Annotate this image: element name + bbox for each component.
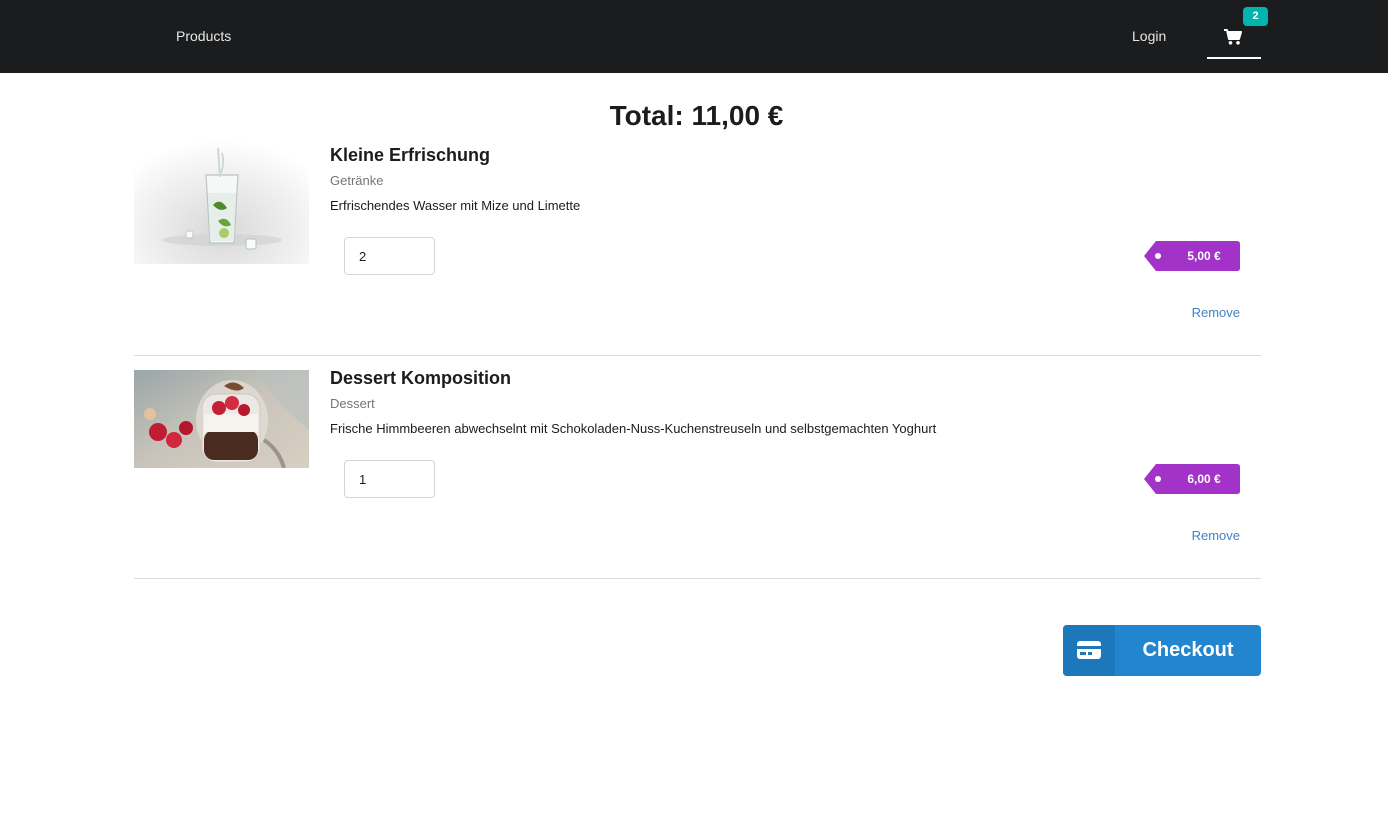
item-description: Erfrischendes Wasser mit Mize und Limett… xyxy=(330,198,581,213)
item-name: Dessert Komposition xyxy=(330,368,512,388)
cart-total: Total: 11,00 € xyxy=(609,100,784,131)
remove-item-link[interactable]: Remove xyxy=(1192,528,1240,544)
water-glass-image xyxy=(134,133,309,264)
item-price: 5,00 € xyxy=(1187,249,1221,263)
item-price: 6,00 € xyxy=(1187,472,1221,486)
dessert-jar-image xyxy=(134,370,309,468)
cart-item: Kleine Erfrischung Getränke Erfrischende… xyxy=(134,133,1261,356)
nav-products-link[interactable]: Products xyxy=(176,27,231,45)
item-name: Kleine Erfrischung xyxy=(330,145,491,165)
checkout-button[interactable]: Checkout xyxy=(1063,625,1261,676)
checkout-label: Checkout xyxy=(1142,639,1234,661)
quantity-input[interactable] xyxy=(344,237,435,275)
item-description: Frische Himmbeeren abwechselnt mit Schok… xyxy=(330,421,937,436)
cart-count-badge: 2 xyxy=(1243,7,1268,26)
item-category: Dessert xyxy=(330,396,375,411)
nav-login-link[interactable]: Login xyxy=(1132,27,1166,45)
credit-card-icon xyxy=(1063,625,1115,676)
remove-item-link[interactable]: Remove xyxy=(1192,305,1240,321)
cart-link[interactable]: 2 xyxy=(1207,0,1268,59)
item-category: Getränke xyxy=(330,173,384,188)
cart-item: Dessert Komposition Dessert Frische Himm… xyxy=(134,356,1261,579)
quantity-input[interactable] xyxy=(344,460,435,498)
top-navbar: Products Login 2 xyxy=(0,0,1388,73)
